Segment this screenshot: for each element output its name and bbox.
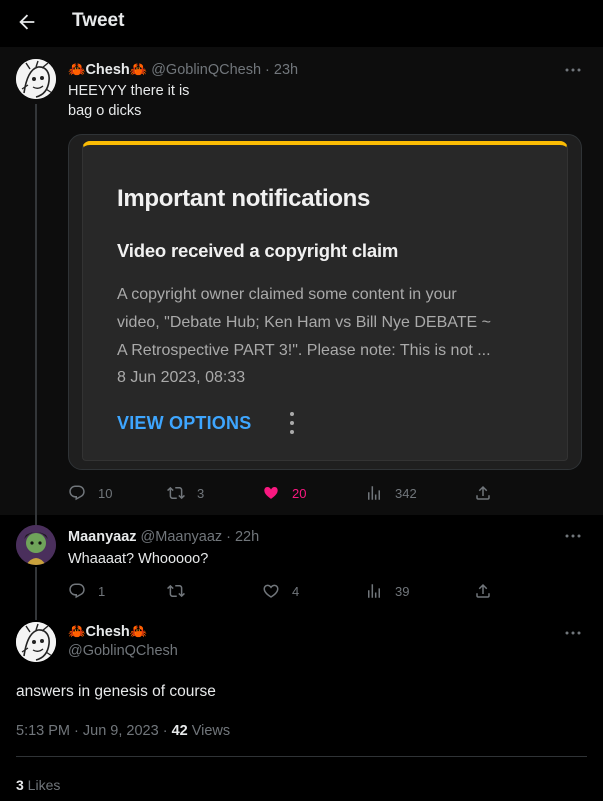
reply-icon [69,583,85,599]
card-body-line: A copyright owner claimed some content i… [117,286,457,303]
crab-icon: 🦀 [129,623,148,639]
top-bar: Tweet [0,0,603,47]
notification-card: Important notifications Video received a… [82,141,568,461]
crab-icon: 🦀 [68,61,86,77]
dot-separator: · [226,529,231,545]
card-body-line: A Retrospective PART 3!". Please note: T… [117,342,491,359]
share-button[interactable] [474,579,492,603]
author-line: Maanyaaz @Maanyaaz · 22h [68,529,259,545]
thread-line [35,104,37,516]
more-icon[interactable] [563,526,583,546]
card-body-line: video, "Debate Hub; Ken Ham vs Bill Nye … [117,314,491,331]
reply-count: 10 [98,485,113,501]
tweet-card[interactable]: 🦀 Chesh 🦀 @GoblinQChesh · 23h HEEYYY the… [0,47,603,516]
share-button[interactable] [474,481,492,505]
divider [16,756,587,757]
action-bar: 1 4 39 [68,579,508,603]
arrow-left-icon[interactable] [16,11,38,33]
tweet-meta: 5:13 PM · Jun 9, 2023 · 42 Views [16,723,230,739]
views-button[interactable]: 39 [365,579,409,603]
retweet-count: 3 [197,485,205,501]
media-image[interactable]: Important notifications Video received a… [68,134,582,470]
handle[interactable]: @Maanyaaz [141,529,223,545]
tweet-text-line: HEEYYY there it is [68,83,190,99]
views-count: 342 [395,485,417,501]
avatar[interactable] [16,525,56,565]
action-bar: 10 3 20 342 [68,481,508,505]
likes-count: 3 [16,777,24,793]
crab-icon: 🦀 [129,61,148,77]
more-icon[interactable] [563,623,583,643]
timestamp[interactable]: 23h [274,62,298,78]
likes-label: Likes [23,777,61,793]
thread-line [35,515,37,525]
thread-line [35,610,37,620]
like-button[interactable]: 4 [262,579,299,603]
page-title: Tweet [72,10,125,31]
timestamp[interactable]: 22h [235,529,259,545]
view-options-button: VIEW OPTIONS [117,413,252,433]
share-icon [476,583,490,598]
views-icon [368,584,380,598]
author-handle-line: @GoblinQChesh [68,643,178,659]
avatar[interactable] [16,622,56,662]
main-tweet: 🦀 Chesh 🦀 @GoblinQChesh answers in genes… [0,610,603,801]
display-name[interactable]: Chesh [85,624,129,640]
display-name[interactable]: Maanyaaz [68,529,137,545]
views-button[interactable]: 342 [365,481,417,505]
retweet-button[interactable] [167,579,185,603]
tweet-text-line: bag o dicks [68,103,142,119]
reply-button[interactable]: 1 [68,579,105,603]
retweet-button[interactable]: 3 [167,481,204,505]
reply-icon [69,485,85,501]
views-label: Views [187,723,231,739]
thread-line [35,567,37,610]
views-count: 42 [171,723,188,739]
author-line: 🦀 Chesh 🦀 @GoblinQChesh · 23h [68,61,298,78]
likes-stat[interactable]: 3 Likes [16,777,60,793]
reply-button[interactable]: 10 [68,481,112,505]
crab-icon: 🦀 [68,623,86,639]
more-icon[interactable] [563,60,583,80]
tweet-text: Whaaaat? Whooooo? [68,551,209,567]
like-count: 4 [292,583,300,599]
kebab-icon [290,412,294,434]
handle[interactable]: @GoblinQChesh [68,643,178,659]
tweet-card[interactable]: Maanyaaz @Maanyaaz · 22h Whaaaat? Whoooo… [0,515,603,610]
share-icon [476,485,490,500]
heart-filled-icon [264,487,278,499]
card-body: A copyright owner claimed some content i… [117,281,557,365]
like-count: 20 [292,485,307,501]
avatar[interactable] [16,59,56,99]
tweet-time[interactable]: 5:13 PM · Jun 9, 2023 · [16,723,172,739]
heart-icon [263,584,279,598]
reply-count: 1 [98,583,106,599]
views-icon [368,486,380,500]
author-name-line: 🦀 Chesh 🦀 [68,623,147,640]
dot-separator: · [265,61,270,78]
card-date: 8 Jun 2023, 08:33 [117,369,246,386]
retweet-icon [167,486,185,500]
handle[interactable]: @GoblinQChesh [151,62,261,78]
retweet-icon [167,584,185,598]
display-name[interactable]: Chesh [85,62,129,78]
card-title: Important notifications [117,185,371,212]
views-count: 39 [395,583,410,599]
card-subtitle: Video received a copyright claim [117,240,399,261]
like-button[interactable]: 20 [262,481,306,505]
main-tweet-text: answers in genesis of course [16,683,216,700]
